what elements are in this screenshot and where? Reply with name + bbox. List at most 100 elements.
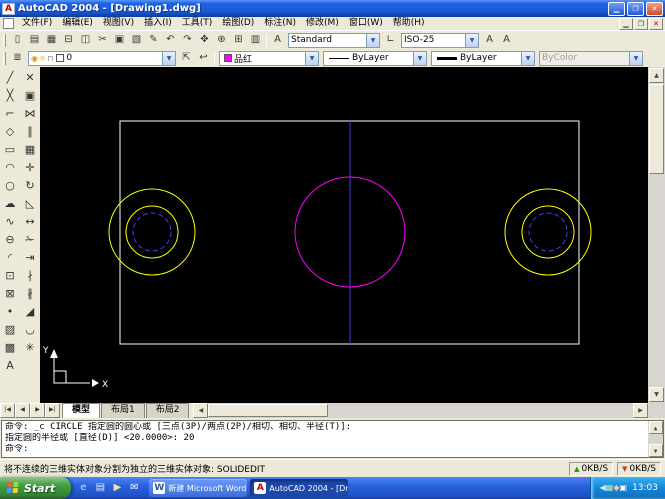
- horizontal-scrollbar[interactable]: ◀ ▶: [193, 403, 648, 418]
- vertical-scroll-thumb[interactable]: [649, 84, 664, 174]
- mdi-minimize-button[interactable]: ▁: [619, 18, 633, 30]
- tab-layout1[interactable]: 布局1: [101, 403, 145, 418]
- layer-combo[interactable]: ◉☼⊓ 0 ▼: [28, 51, 176, 66]
- point-icon[interactable]: •: [1, 303, 19, 321]
- ellipse-arc-icon[interactable]: ◜: [1, 249, 19, 267]
- match-properties-icon[interactable]: ✎: [145, 32, 162, 48]
- task-autocad[interactable]: AAutoCAD 2004 - [Dra...: [250, 479, 348, 497]
- dim-style-combo[interactable]: ISO-25 ▼: [401, 33, 479, 48]
- save-icon[interactable]: ▦: [43, 32, 60, 48]
- break-at-point-icon[interactable]: ∤: [21, 267, 39, 285]
- layer-previous-button[interactable]: ↩: [195, 50, 212, 66]
- paste-icon[interactable]: ▧: [128, 32, 145, 48]
- dropdown-icon[interactable]: ▼: [366, 34, 379, 47]
- stretch-icon[interactable]: ↔: [21, 213, 39, 231]
- undo-icon[interactable]: ↶: [162, 32, 179, 48]
- scroll-down-icon[interactable]: ▼: [649, 444, 663, 457]
- copy-object-icon[interactable]: ▣: [21, 87, 39, 105]
- pan-icon[interactable]: ✥: [196, 32, 213, 48]
- multiline-text-icon[interactable]: A: [1, 357, 19, 375]
- scroll-up-icon[interactable]: ▲: [649, 421, 663, 434]
- scroll-left-icon[interactable]: ◀: [193, 403, 208, 418]
- menu-item[interactable]: 帮助(H): [388, 17, 430, 30]
- tab-model[interactable]: 模型: [62, 403, 100, 418]
- dim-style-manager-button[interactable]: ∟: [382, 32, 399, 48]
- polyline-icon[interactable]: ⌐: [1, 105, 19, 123]
- menu-item[interactable]: 窗口(W): [344, 17, 388, 30]
- color-combo[interactable]: 品红 ▼: [219, 51, 319, 66]
- extend-icon[interactable]: ⇥: [21, 249, 39, 267]
- open-file-icon[interactable]: ▤: [26, 32, 43, 48]
- rectangle-icon[interactable]: ▭: [1, 141, 19, 159]
- minimize-button[interactable]: ▁: [608, 2, 625, 16]
- properties-icon[interactable]: ▥: [247, 32, 264, 48]
- tab-nav-button[interactable]: ◀: [15, 403, 30, 418]
- command-line-input[interactable]: 命令: _c CIRCLE 指定圆的圆心或 [三点(3P)/两点(2P)/相切、…: [1, 420, 664, 458]
- revision-cloud-icon[interactable]: ☁: [1, 195, 19, 213]
- menu-item[interactable]: 绘图(D): [217, 17, 259, 30]
- arc-icon[interactable]: ◠: [1, 159, 19, 177]
- rotate-icon[interactable]: ↻: [21, 177, 39, 195]
- zoom-window-icon[interactable]: ⊞: [230, 32, 247, 48]
- move-icon[interactable]: ✛: [21, 159, 39, 177]
- dropdown-icon[interactable]: ▼: [413, 52, 426, 65]
- tray-input-icon[interactable]: ▣: [620, 483, 628, 493]
- tab-nav-button[interactable]: ▶|: [45, 403, 60, 418]
- mdi-close-button[interactable]: ✕: [649, 18, 663, 30]
- menu-item[interactable]: 标注(N): [259, 17, 301, 30]
- multiline-text-icon[interactable]: A: [498, 32, 515, 48]
- dropdown-icon[interactable]: ▼: [465, 34, 478, 47]
- chamfer-icon[interactable]: ◢: [21, 303, 39, 321]
- insert-block-icon[interactable]: ⊡: [1, 267, 19, 285]
- offset-icon[interactable]: ∥: [21, 123, 39, 141]
- mdi-restore-button[interactable]: ❐: [634, 18, 648, 30]
- drawing-canvas[interactable]: Y X: [40, 67, 648, 403]
- tray-network-icon[interactable]: ▦: [606, 483, 614, 493]
- menu-item[interactable]: 文件(F): [17, 17, 57, 30]
- lineweight-combo[interactable]: ByLayer ▼: [431, 51, 535, 66]
- internet-explorer-icon[interactable]: e: [76, 481, 90, 495]
- start-button[interactable]: Start: [0, 477, 71, 499]
- redo-icon[interactable]: ↷: [179, 32, 196, 48]
- layer-properties-manager-button[interactable]: ≣: [9, 50, 26, 66]
- command-scrollbar[interactable]: ▲ ▼: [648, 421, 663, 457]
- show-desktop-icon[interactable]: ▤: [93, 481, 107, 495]
- cut-icon[interactable]: ✂: [94, 32, 111, 48]
- line-icon[interactable]: ╱: [1, 69, 19, 87]
- tab-nav-button[interactable]: ▶: [30, 403, 45, 418]
- break-icon[interactable]: ∦: [21, 285, 39, 303]
- circle-icon[interactable]: ○: [1, 177, 19, 195]
- array-icon[interactable]: ▦: [21, 141, 39, 159]
- tab-layout2[interactable]: 布局2: [146, 403, 190, 418]
- media-player-icon[interactable]: ▶: [110, 481, 124, 495]
- copy-clip-icon[interactable]: ▣: [111, 32, 128, 48]
- toolbar-grip[interactable]: [3, 34, 6, 47]
- menu-item[interactable]: 工具(T): [177, 17, 218, 30]
- outlook-icon[interactable]: ✉: [127, 481, 141, 495]
- single-line-text-icon[interactable]: A: [481, 32, 498, 48]
- tab-nav-button[interactable]: |◀: [0, 403, 15, 418]
- spline-icon[interactable]: ∿: [1, 213, 19, 231]
- scroll-down-icon[interactable]: ▼: [649, 387, 664, 402]
- toolbar-grip[interactable]: [3, 52, 6, 65]
- construction-line-icon[interactable]: ╳: [1, 87, 19, 105]
- menu-item[interactable]: 插入(I): [139, 17, 177, 30]
- polygon-icon[interactable]: ◇: [1, 123, 19, 141]
- erase-icon[interactable]: ✕: [21, 69, 39, 87]
- explode-icon[interactable]: ✳: [21, 339, 39, 357]
- plot-icon[interactable]: ⊟: [60, 32, 77, 48]
- mirror-icon[interactable]: ⋈: [21, 105, 39, 123]
- task-word[interactable]: W新建 Microsoft Word ...: [149, 479, 247, 497]
- menu-item[interactable]: 视图(V): [98, 17, 139, 30]
- scroll-up-icon[interactable]: ▲: [649, 68, 664, 83]
- trim-icon[interactable]: ✁: [21, 231, 39, 249]
- close-button[interactable]: ✕: [646, 2, 663, 16]
- ellipse-icon[interactable]: ⊖: [1, 231, 19, 249]
- text-style-manager-button[interactable]: A: [269, 32, 286, 48]
- menu-item[interactable]: 编辑(E): [57, 17, 98, 30]
- plot-preview-icon[interactable]: ◫: [77, 32, 94, 48]
- menu-item[interactable]: 修改(M): [301, 17, 344, 30]
- linetype-combo[interactable]: ByLayer ▼: [323, 51, 427, 66]
- restore-button[interactable]: ❐: [627, 2, 644, 16]
- scale-icon[interactable]: ◺: [21, 195, 39, 213]
